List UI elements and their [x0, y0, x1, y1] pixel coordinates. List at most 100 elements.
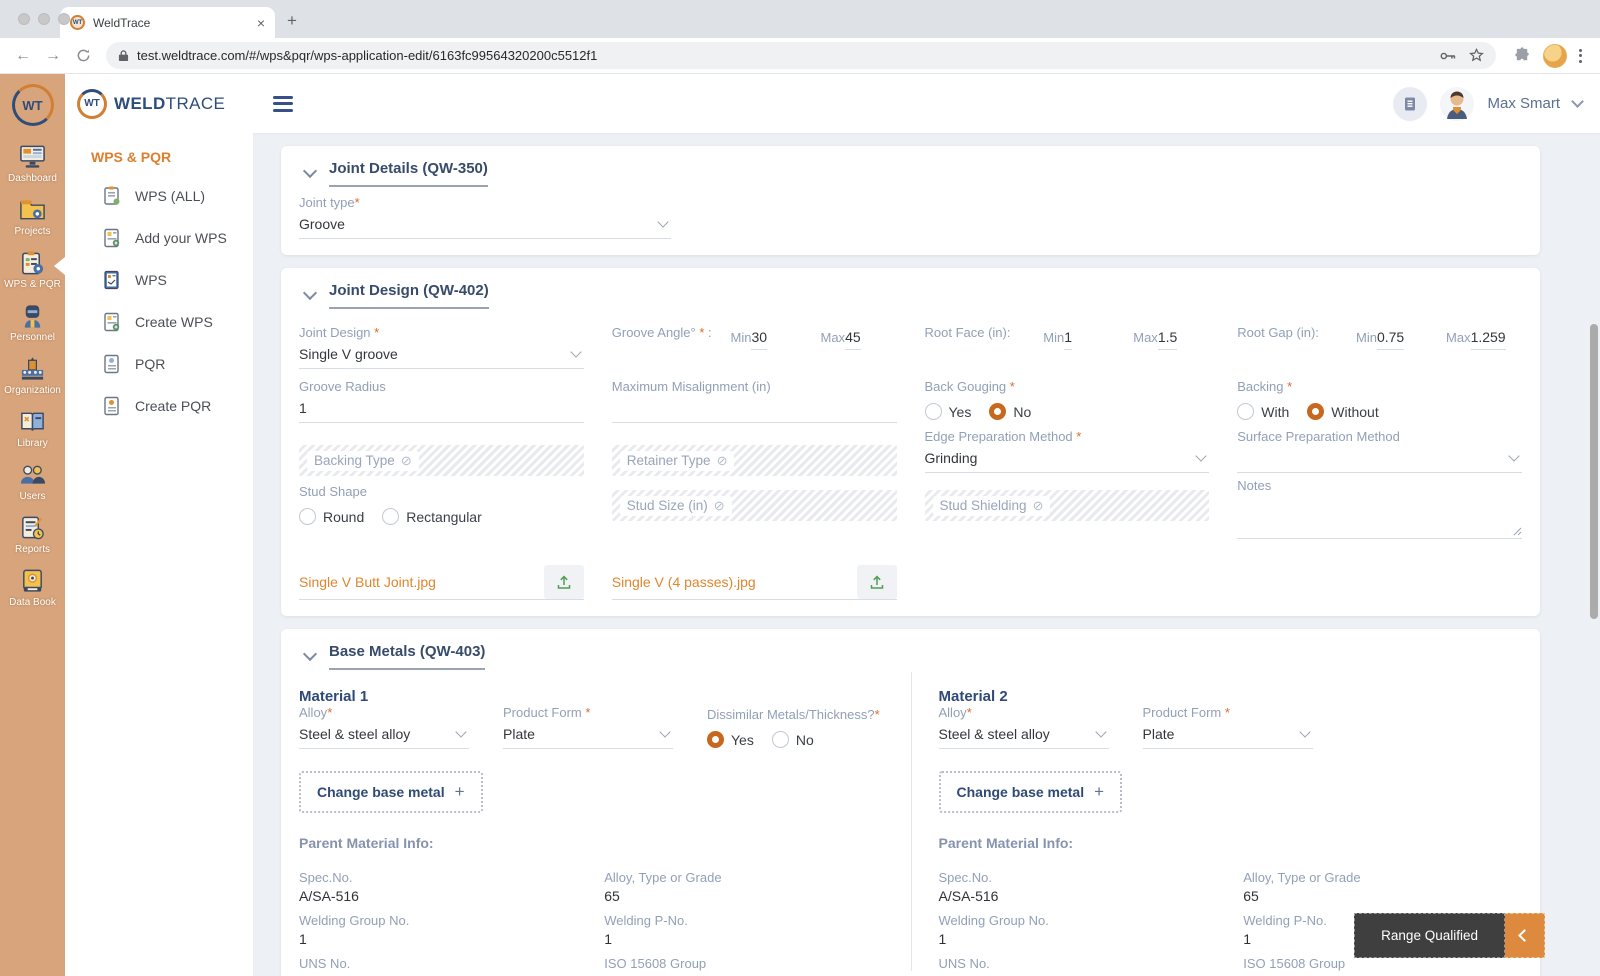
user-avatar[interactable]: [1440, 86, 1475, 121]
welding-group-label: Welding Group No.: [299, 913, 410, 928]
sidebar-item-dashboard[interactable]: Dashboard: [0, 138, 65, 191]
submenu-item-create-wps[interactable]: Create WPS: [65, 301, 253, 343]
new-tab-button[interactable]: +: [287, 11, 297, 31]
submenu-item-label: Create WPS: [135, 314, 213, 330]
collapse-chevron-icon[interactable]: [302, 646, 318, 661]
sidebar-item-library[interactable]: Library: [0, 403, 65, 456]
submenu-item-label: Create PQR: [135, 398, 212, 414]
back-gouging-yes-radio[interactable]: Yes: [924, 403, 971, 420]
add-wps-doc-icon: [104, 228, 120, 248]
root-gap-max-input[interactable]: 1.259: [1470, 327, 1506, 350]
forward-icon[interactable]: →: [40, 43, 66, 69]
sidebar-item-personnel[interactable]: Personnel: [0, 297, 65, 350]
vertical-scrollbar[interactable]: [1590, 324, 1598, 619]
sidebar-item-wps-pqr[interactable]: WPS & PQR: [0, 244, 65, 297]
plus-icon: +: [454, 782, 465, 801]
submenu-item-wps[interactable]: WPS: [65, 259, 253, 301]
chevron-down-icon: [657, 216, 669, 228]
icon-sidebar: WT Dashboard Projects WPS & PQR Personne…: [0, 74, 65, 976]
resize-handle-icon[interactable]: [1513, 527, 1522, 536]
collapse-chevron-icon[interactable]: [302, 285, 318, 300]
max-misalignment-input[interactable]: [611, 394, 897, 423]
uploaded-file-name[interactable]: Single V Butt Joint.jpg: [299, 574, 544, 599]
change-base-metal-button-2[interactable]: Change base metal +: [938, 771, 1123, 813]
databook-shortcut-button[interactable]: [1393, 86, 1428, 121]
sidebar-item-organization[interactable]: Organization: [0, 350, 65, 403]
dissimilar-yes-radio[interactable]: Yes: [707, 731, 754, 748]
backing-with-radio[interactable]: With: [1237, 403, 1289, 420]
groove-radius-input[interactable]: 1: [299, 394, 584, 423]
sidebar-item-label: Users: [19, 491, 46, 502]
sidebar-item-projects[interactable]: Projects: [0, 191, 65, 244]
uploaded-file-name[interactable]: Single V (4 passes).jpg: [612, 574, 857, 599]
tab-close-icon[interactable]: ×: [257, 15, 265, 31]
user-name[interactable]: Max Smart: [1487, 95, 1560, 112]
product-form-select[interactable]: Plate: [1142, 720, 1313, 749]
joint-type-select[interactable]: Groove: [299, 210, 671, 239]
sidebar-item-data-book[interactable]: Data Book: [0, 562, 65, 615]
url-text: test.weldtrace.com/#/wps&pqr/wps-applica…: [137, 48, 598, 63]
weldtrace-favicon-icon: WT: [70, 15, 85, 30]
root-gap-min-input[interactable]: 0.75: [1376, 327, 1405, 350]
zoom-window-button[interactable]: [58, 13, 70, 25]
create-pqr-doc-icon: [104, 396, 119, 416]
hamburger-menu-icon[interactable]: [273, 95, 293, 112]
submenu-item-wps-all[interactable]: WPS (ALL): [65, 175, 253, 217]
close-window-button[interactable]: [18, 13, 30, 25]
browser-profile-avatar[interactable]: [1543, 43, 1567, 68]
notes-textarea[interactable]: [1237, 497, 1522, 539]
projects-folder-icon: [20, 200, 45, 220]
change-base-metal-button-1[interactable]: Change base metal +: [299, 771, 483, 813]
max-misalignment-label: Maximum Misalignment (in): [611, 379, 771, 394]
iso-group-label: ISO 15608 Group: [604, 956, 707, 971]
password-key-icon[interactable]: [1440, 51, 1457, 61]
chevron-down-icon: [455, 726, 467, 738]
bookmark-star-icon[interactable]: [1469, 48, 1484, 63]
user-menu-chevron-down-icon[interactable]: [1571, 95, 1584, 108]
extensions-puzzle-icon[interactable]: [1514, 47, 1531, 64]
back-icon[interactable]: ←: [10, 43, 36, 69]
range-qualified-button[interactable]: Range Qualified: [1354, 913, 1505, 958]
alloy-grade-label: Alloy, Type or Grade: [604, 870, 722, 885]
stud-shielding-label: Stud Shielding: [939, 498, 1027, 513]
welding-p-value: 1: [604, 931, 613, 947]
minimize-window-button[interactable]: [38, 13, 50, 25]
upload-button[interactable]: [856, 565, 897, 599]
joint-design-select[interactable]: Single V groove: [299, 340, 584, 369]
browser-tab[interactable]: WT WeldTrace ×: [60, 7, 275, 38]
spec-no-label: Spec.No.: [938, 870, 992, 885]
alloy-select[interactable]: Steel & steel alloy: [938, 720, 1109, 749]
upload-button[interactable]: [543, 565, 584, 599]
users-icon: [20, 465, 46, 484]
stud-shape-round-radio[interactable]: Round: [299, 508, 364, 525]
submenu-item-label: PQR: [135, 356, 166, 372]
root-face-min-input[interactable]: 1: [1064, 327, 1072, 350]
disabled-icon: ⊘: [716, 452, 728, 468]
submenu-item-create-pqr[interactable]: Create PQR: [65, 385, 253, 427]
max-label: Max: [1446, 330, 1471, 345]
sidebar-item-reports[interactable]: Reports: [0, 509, 65, 562]
personnel-welder-icon: [24, 305, 41, 328]
browser-menu-icon[interactable]: [1579, 48, 1582, 63]
product-form-label: Product Form *: [1142, 705, 1230, 720]
surface-prep-select[interactable]: [1237, 444, 1522, 473]
submenu-item-pqr[interactable]: PQR: [65, 343, 253, 385]
backing-without-radio[interactable]: Without: [1307, 403, 1379, 420]
collapse-panel-button[interactable]: [1505, 913, 1545, 958]
stud-shape-rectangular-radio[interactable]: Rectangular: [382, 508, 482, 525]
product-form-select[interactable]: Plate: [503, 720, 673, 749]
root-face-max-input[interactable]: 1.5: [1157, 327, 1178, 350]
alloy-select[interactable]: Steel & steel alloy: [299, 720, 469, 749]
window-controls[interactable]: [18, 13, 70, 25]
edge-prep-select[interactable]: Grinding: [924, 444, 1210, 473]
collapse-chevron-icon[interactable]: [302, 163, 318, 178]
dissimilar-no-radio[interactable]: No: [771, 731, 814, 748]
alloy-label: Alloy*: [299, 705, 333, 720]
reload-icon[interactable]: [70, 43, 96, 69]
groove-angle-max-input[interactable]: 45: [845, 327, 861, 350]
back-gouging-no-radio[interactable]: No: [989, 403, 1031, 420]
submenu-item-add-your-wps[interactable]: Add your WPS: [65, 217, 253, 259]
url-bar[interactable]: test.weldtrace.com/#/wps&pqr/wps-applica…: [106, 42, 1496, 69]
groove-angle-min-input[interactable]: 30: [751, 327, 768, 350]
sidebar-item-users[interactable]: Users: [0, 456, 65, 509]
